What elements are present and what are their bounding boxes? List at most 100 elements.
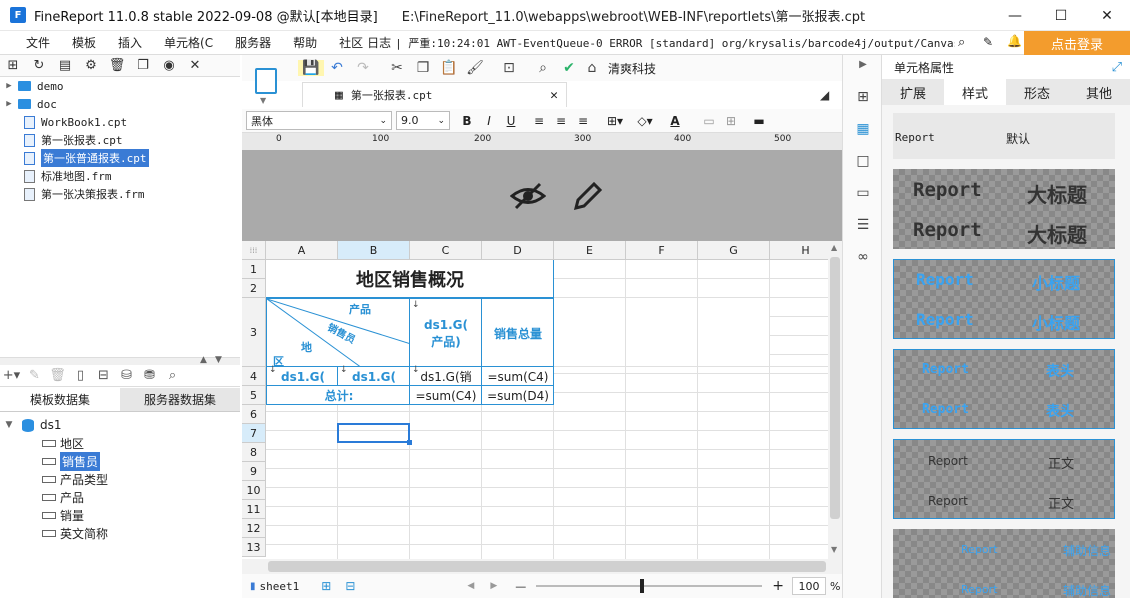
menu-help[interactable]: 帮助 xyxy=(282,34,328,51)
delete-icon[interactable]: 🗑 xyxy=(104,58,130,73)
refresh-icon[interactable]: ↻ xyxy=(26,58,52,73)
tree-item-file[interactable]: 第一张报表.cpt xyxy=(0,131,240,149)
cell-d5[interactable]: =sum(D4) xyxy=(482,386,554,405)
dataset-item[interactable]: ▼ ds1 xyxy=(0,416,240,434)
column-header[interactable]: A xyxy=(266,241,338,260)
select-all-corner[interactable]: ⁞⁞⁞ xyxy=(242,241,266,260)
cell-slash-header[interactable]: 产品 销售员 地 区 xyxy=(266,298,411,368)
widget-icon[interactable]: ▭ xyxy=(843,185,883,201)
column-header-selected[interactable]: B xyxy=(338,241,410,260)
menu-community[interactable]: 社区 xyxy=(328,34,367,51)
fill-handle[interactable] xyxy=(407,440,412,445)
border-icon[interactable]: ⊞▾ xyxy=(600,114,630,128)
cut-icon[interactable]: ✂ xyxy=(384,60,410,76)
template-icon[interactable]: ▤ xyxy=(52,58,78,73)
style-subtitle-card[interactable]: Report 小标题 Report 小标题 xyxy=(893,259,1115,339)
style-title-card[interactable]: Report 大标题 Report 大标题 xyxy=(893,169,1115,249)
tree-item-file[interactable]: 标准地图.frm xyxy=(0,167,240,185)
cell-a4[interactable]: ↓ ds1.G( xyxy=(266,365,338,386)
locate-icon[interactable]: ◉ xyxy=(156,58,182,73)
field-item[interactable]: 地区 xyxy=(0,434,240,452)
row-header[interactable]: 8 xyxy=(242,443,266,462)
cell-element-icon[interactable]: ⊞ xyxy=(843,89,883,105)
row-header[interactable]: 2 xyxy=(242,279,266,298)
align-right-icon[interactable]: ≡ xyxy=(572,114,594,128)
undo-icon[interactable]: ↶ xyxy=(324,60,350,76)
tab-server-dataset[interactable]: 服务器数据集 xyxy=(120,388,240,411)
tree-item-folder[interactable]: ▶ doc xyxy=(0,95,240,113)
vertical-scrollbar[interactable]: ▲ ▼ xyxy=(828,241,842,559)
close-tab-icon[interactable]: ✕ xyxy=(550,88,558,103)
tree-item-file[interactable]: WorkBook1.cpt xyxy=(0,113,240,131)
notes-icon[interactable]: ✎ xyxy=(983,35,993,49)
scroll-thumb[interactable] xyxy=(268,561,826,572)
column-header[interactable]: D xyxy=(482,241,554,260)
bell-icon[interactable]: 🔔 xyxy=(1007,34,1022,48)
collapse-up-icon[interactable]: ▲ xyxy=(200,355,207,365)
dataset-settings-icon[interactable]: ⊟ xyxy=(92,368,115,383)
database-config-icon[interactable]: ⛃ xyxy=(138,368,161,383)
minimize-button[interactable]: — xyxy=(992,0,1038,31)
collapse-icon[interactable]: ✕ xyxy=(182,58,208,73)
log-message[interactable]: | 严重:10:24:01 AWT-EventQueue-0 ERROR [st… xyxy=(395,35,955,51)
copy-icon[interactable]: ❐ xyxy=(410,60,436,76)
italic-button[interactable]: I xyxy=(478,114,500,128)
expand-arrow-icon[interactable]: ▶ xyxy=(0,81,18,91)
preview-icon[interactable]: ▯ xyxy=(69,368,92,383)
preview-search-icon[interactable]: ⌕ xyxy=(530,60,556,76)
menu-template[interactable]: 模板 xyxy=(61,34,107,51)
column-header[interactable]: F xyxy=(626,241,698,260)
add-sheet-icon[interactable]: ⊞ xyxy=(321,579,331,593)
close-window-button[interactable]: ✕ xyxy=(1084,0,1130,31)
insert-row-icon[interactable]: ▬ xyxy=(748,114,770,128)
align-left-icon[interactable]: ≡ xyxy=(528,114,550,128)
dropdown-arrow-icon[interactable]: ▼ xyxy=(260,96,266,105)
row-header[interactable]: 1 xyxy=(242,260,266,279)
dataset-search-icon[interactable]: ⌕ xyxy=(161,368,184,383)
font-family-select[interactable]: 黑体 ⌄ xyxy=(246,111,392,130)
paste-icon[interactable]: 📋 xyxy=(436,60,462,76)
scroll-down-icon[interactable]: ▼ xyxy=(831,545,837,554)
cell-b4[interactable]: ↓ ds1.G( xyxy=(338,365,410,386)
collapse-right-icon[interactable]: ▶ xyxy=(843,59,883,70)
cell-d4[interactable]: =sum(C4) xyxy=(482,367,554,386)
tab-shape[interactable]: 形态 xyxy=(1006,79,1068,105)
redo-icon[interactable]: ↷ xyxy=(350,60,376,76)
selected-cell[interactable] xyxy=(337,423,412,445)
field-item-selected[interactable]: 销售员 xyxy=(0,451,240,471)
row-header[interactable]: 13 xyxy=(242,538,266,557)
split-cells-icon[interactable]: ⊞ xyxy=(720,114,742,128)
panel-splitter[interactable]: ▲ ▼ xyxy=(0,355,240,365)
tree-item-folder[interactable]: ▶ demo xyxy=(0,77,240,95)
cell-attributes-icon[interactable]: ▦ xyxy=(843,121,883,137)
underline-button[interactable]: U xyxy=(500,114,522,128)
row-header-selected[interactable]: 7 xyxy=(242,424,266,443)
horizontal-scrollbar[interactable] xyxy=(242,559,842,574)
fill-color-icon[interactable]: ◇▾ xyxy=(630,114,660,128)
collapse-down-icon[interactable]: ▼ xyxy=(215,355,222,365)
pin-icon[interactable]: ⤢ xyxy=(1112,60,1122,75)
settings-icon[interactable]: ⚙ xyxy=(78,58,104,73)
field-item[interactable]: 产品 xyxy=(0,488,240,506)
tab-document[interactable]: ▦ 第一张报表.cpt ✕ xyxy=(302,82,567,107)
brand-button[interactable]: 清爽科技 xyxy=(602,60,662,77)
sheet-tab[interactable]: sheet1 xyxy=(260,580,300,593)
row-header[interactable]: 10 xyxy=(242,481,266,500)
hyperlink-icon[interactable]: ∞ xyxy=(843,249,883,265)
next-sheet-icon[interactable]: ▶ xyxy=(490,581,497,591)
collapse-arrow-icon[interactable]: ▼ xyxy=(0,420,18,430)
cell-ab5[interactable]: 总计: xyxy=(266,386,410,405)
field-item[interactable]: 英文简称 xyxy=(0,524,240,542)
scroll-up-icon[interactable]: ▲ xyxy=(831,243,837,252)
condition-icon[interactable]: ☰ xyxy=(843,217,883,233)
row-header[interactable]: 9 xyxy=(242,462,266,481)
tab-style[interactable]: 样式 xyxy=(944,79,1006,105)
delete-dataset-icon[interactable]: 🗑 xyxy=(46,368,69,383)
edit-icon[interactable]: ✎ xyxy=(23,368,46,383)
row-header[interactable]: 5 xyxy=(242,386,266,405)
tab-template-dataset[interactable]: 模板数据集 xyxy=(0,388,120,411)
zoom-value[interactable]: 100 xyxy=(791,577,826,595)
column-header[interactable]: E xyxy=(554,241,626,260)
menu-file[interactable]: 文件 xyxy=(0,34,61,51)
merge-cells-icon[interactable]: ▭ xyxy=(698,114,720,128)
